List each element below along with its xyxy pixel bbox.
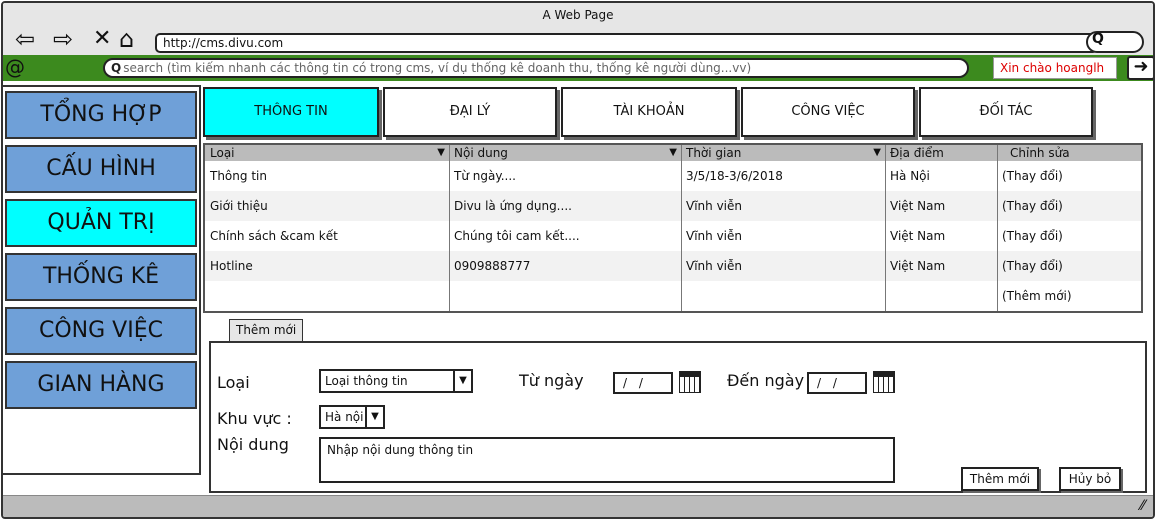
table-cell [885, 281, 997, 311]
info-table: Loại ▼ Nội dung ▼ Thời gian ▼ Địa điểm Chỉn… [203, 143, 1143, 313]
table-row: Chính sách &cam kết Chúng tôi cam kết...… [205, 221, 1141, 251]
table-cell: Vĩnh viễn [686, 259, 742, 273]
column-header-loai[interactable]: Loại ▼ [205, 145, 449, 161]
table-cell [449, 281, 681, 311]
type-label: Loại [217, 373, 250, 392]
user-greeting[interactable]: Xin chào hoanglh [993, 57, 1117, 79]
column-header-dia-diem: Địa điểm [890, 146, 944, 160]
home-icon[interactable]: ⌂ [119, 25, 134, 53]
table-cell [681, 281, 885, 311]
table-cell: Chúng tôi cam kết.... [454, 229, 580, 243]
status-bar: ⁄⁄ [3, 495, 1153, 517]
sidebar-item-thong-ke[interactable]: THỐNG KÊ [5, 253, 197, 301]
window-title: A Web Page [542, 8, 614, 22]
table-cell: Việt Nam [890, 229, 946, 243]
sidebar-item-cong-viec[interactable]: CÔNG VIỆC [5, 307, 197, 355]
table-header: Loại ▼ Nội dung ▼ Thời gian ▼ Địa điểm Chỉn… [205, 145, 1141, 161]
url-bar[interactable]: http://cms.divu.com [155, 33, 1098, 53]
edit-link[interactable]: (Thay đổi) [997, 161, 1141, 191]
column-header-chinh-sua: Chỉnh sửa [1010, 146, 1070, 160]
from-date-label: Từ ngày [519, 371, 584, 390]
column-header-noi-dung[interactable]: Nội dung ▼ [449, 145, 681, 161]
table-row: Hotline 0909888777 Vĩnh viễn Việt Nam (T… [205, 251, 1141, 281]
table-cell [205, 281, 449, 311]
table-cell: Vĩnh viễn [686, 199, 742, 213]
table-cell: Vĩnh viễn [686, 229, 742, 243]
calendar-icon[interactable] [679, 371, 701, 393]
add-new-link[interactable]: (Thêm mới) [997, 281, 1141, 311]
resize-handle-icon[interactable]: ⁄⁄ [1140, 498, 1145, 514]
content-textarea[interactable]: Nhập nội dung thông tin [319, 437, 895, 483]
table-cell: Thông tin [210, 169, 267, 183]
tab-cong-viec[interactable]: CÔNG VIỆC [741, 87, 915, 137]
region-select[interactable]: Hà nội ▼ [319, 405, 385, 429]
column-divider [449, 145, 450, 311]
sidebar-item-cau-hinh[interactable]: CẤU HÌNH [5, 145, 197, 193]
table-cell: Từ ngày.... [454, 169, 516, 183]
content-label: Nội dung [217, 435, 289, 454]
add-new-button[interactable]: Thêm mới [961, 467, 1039, 491]
sort-caret-icon[interactable]: ▼ [437, 145, 445, 161]
tab-doi-tac[interactable]: ĐỐI TÁC [919, 87, 1093, 137]
app-search-placeholder: search (tìm kiếm nhanh các thông tin có … [123, 61, 752, 75]
sidebar-item-tong-hop[interactable]: TỔNG HỢP [5, 91, 197, 139]
column-header-thoi-gian[interactable]: Thời gian ▼ [681, 145, 885, 161]
table-cell: 0909888777 [454, 259, 531, 273]
type-select[interactable]: Loại thông tin ▼ [319, 369, 473, 393]
calendar-icon[interactable] [873, 371, 895, 393]
back-arrow-icon[interactable]: ⇦ [15, 25, 35, 53]
table-cell: Divu là ứng dụng.... [454, 199, 572, 213]
table-cell: Hotline [210, 259, 253, 273]
to-date-label: Đến ngày [727, 371, 805, 390]
search-icon: Q [1092, 31, 1104, 47]
edit-link[interactable]: (Thay đổi) [997, 251, 1141, 281]
table-cell: Việt Nam [890, 259, 946, 273]
table-cell: Giới thiệu [210, 199, 268, 213]
column-divider [997, 145, 998, 311]
tab-tai-khoan[interactable]: TÀI KHOẢN [561, 87, 737, 137]
region-label: Khu vực : [217, 409, 292, 428]
logout-arrow-icon[interactable]: ➜ [1127, 56, 1153, 80]
sort-caret-icon[interactable]: ▼ [669, 145, 677, 161]
cancel-button[interactable]: Hủy bỏ [1059, 467, 1121, 491]
column-divider [885, 145, 886, 311]
browser-search-box[interactable]: Q [1086, 31, 1144, 53]
close-icon[interactable]: ✕ [93, 25, 111, 53]
forward-arrow-icon[interactable]: ⇨ [53, 25, 73, 53]
table-row: Giới thiệu Divu là ứng dụng.... Vĩnh viễ… [205, 191, 1141, 221]
sidebar-item-gian-hang[interactable]: GIAN HÀNG [5, 361, 197, 409]
chevron-down-icon: ▼ [453, 371, 471, 391]
to-date-input[interactable]: / / [807, 372, 867, 394]
table-cell: 3/5/18-3/6/2018 [686, 169, 783, 183]
app-logo-icon[interactable]: @ [5, 55, 25, 79]
sidebar-item-quan-tri[interactable]: QUẢN TRỊ [5, 199, 197, 247]
from-date-input[interactable]: / / [613, 372, 673, 394]
app-search-input[interactable]: Qsearch (tìm kiếm nhanh các thông tin có… [103, 58, 969, 78]
form-tab-them-moi[interactable]: Thêm mới [229, 319, 303, 341]
app-bar: @ Qsearch (tìm kiếm nhanh các thông tin … [3, 55, 1153, 81]
sidebar: TỔNG HỢP CẤU HÌNH QUẢN TRỊ THỐNG KÊ CÔNG… [3, 85, 201, 475]
tab-thong-tin[interactable]: THÔNG TIN [203, 87, 379, 137]
sort-caret-icon[interactable]: ▼ [873, 145, 881, 161]
edit-link[interactable]: (Thay đổi) [997, 221, 1141, 251]
search-icon: Q [111, 61, 122, 75]
table-cell: Hà Nội [890, 169, 930, 183]
table-cell: Việt Nam [890, 199, 946, 213]
browser-window: A Web Page ⇦ ⇨ ✕ ⌂ http://cms.divu.com Q… [1, 1, 1155, 519]
tab-dai-ly[interactable]: ĐẠI LÝ [383, 87, 557, 137]
table-row: Thông tin Từ ngày.... 3/5/18-3/6/2018 Hà… [205, 161, 1141, 191]
chevron-down-icon: ▼ [365, 407, 383, 427]
table-row: (Thêm mới) [205, 281, 1141, 311]
edit-link[interactable]: (Thay đổi) [997, 191, 1141, 221]
browser-titlebar: A Web Page ⇦ ⇨ ✕ ⌂ http://cms.divu.com Q [3, 3, 1153, 61]
table-cell: Chính sách &cam kết [210, 229, 338, 243]
column-divider [681, 145, 682, 311]
